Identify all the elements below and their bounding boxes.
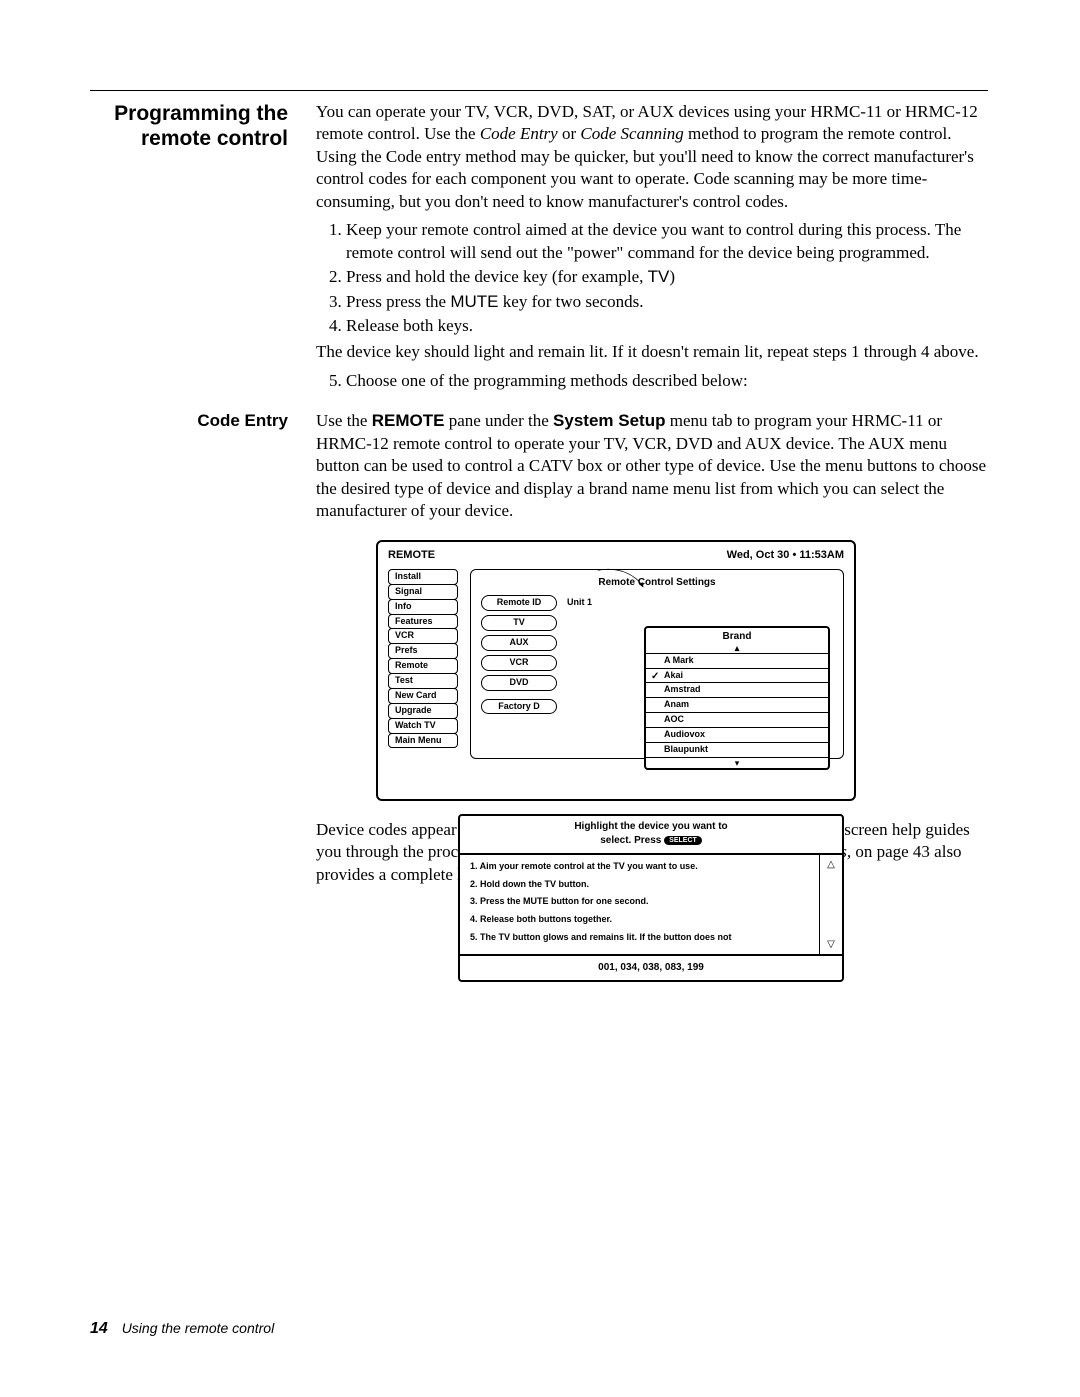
- step2-tv: TV: [648, 267, 670, 286]
- code-entry-paragraph: Use the REMOTE pane under the System Set…: [316, 410, 988, 522]
- brand-item: Blaupunkt: [646, 743, 828, 757]
- sidebar-tab: Test: [388, 673, 458, 689]
- ce-a: Use the: [316, 411, 372, 430]
- help-step: 1. Aim your remote control at the TV you…: [470, 861, 811, 872]
- top-rule: [90, 90, 988, 91]
- remote-id-row: Remote ID Unit 1: [481, 595, 833, 611]
- steps-list: Keep your remote control aimed at the de…: [316, 219, 988, 337]
- step-4: Release both keys.: [346, 315, 988, 337]
- step2-c: ): [669, 267, 675, 286]
- pill-tv: TV: [481, 615, 557, 631]
- heading-programming: Programming the remote control: [90, 101, 288, 151]
- help-top-line1: Highlight the device you want to: [574, 821, 727, 832]
- body-programming: You can operate your TV, VCR, DVD, SAT, …: [316, 101, 988, 396]
- sidebar-tab: Install: [388, 569, 458, 585]
- side-heading-code-entry: Code Entry: [90, 410, 288, 892]
- brand-item: Audiovox: [646, 728, 828, 743]
- manual-page: Programming the remote control You can o…: [0, 0, 1080, 1397]
- brand-list: A Mark✓AkaiAmstradAnamAOCAudiovoxBlaupun…: [646, 653, 828, 757]
- side-heading-programming: Programming the remote control: [90, 101, 288, 396]
- page-footer: 14 Using the remote control: [90, 1318, 274, 1339]
- section-code-entry: Code Entry Use the REMOTE pane under the…: [90, 410, 988, 892]
- step-5: Choose one of the programming methods de…: [346, 370, 988, 392]
- step-2: Press and hold the device key (for examp…: [346, 266, 988, 288]
- help-step: 2. Hold down the TV button.: [470, 879, 811, 890]
- sidebar-tab: VCR: [388, 628, 458, 644]
- pill-dvd: DVD: [481, 675, 557, 691]
- pill-factory: Factory D: [481, 699, 557, 715]
- brand-item: AOC: [646, 713, 828, 728]
- page-number: 14: [90, 1320, 108, 1337]
- brand-item: A Mark: [646, 654, 828, 669]
- sidebar-tab: Upgrade: [388, 703, 458, 719]
- intro-em-code-entry: Code Entry: [480, 124, 558, 143]
- brand-header: Brand ▴: [646, 628, 828, 652]
- step2-a: Press and hold the device key (for examp…: [346, 267, 648, 286]
- section-programming: Programming the remote control You can o…: [90, 101, 988, 396]
- ce-system-setup: System Setup: [553, 411, 665, 430]
- step3-c: key for two seconds.: [499, 292, 644, 311]
- triangle-down-icon: ▾: [646, 757, 828, 768]
- intro-text-c: or: [558, 124, 581, 143]
- steps-list-2: Choose one of the programming methods de…: [316, 370, 988, 392]
- ce-c: pane under the: [444, 411, 553, 430]
- help-popup: Highlight the device you want to select.…: [458, 814, 844, 982]
- brand-item: Anam: [646, 698, 828, 713]
- pill-aux: AUX: [481, 635, 557, 651]
- remote-id-pill: Remote ID: [481, 595, 557, 611]
- help-body: 1. Aim your remote control at the TV you…: [460, 855, 842, 954]
- ui-diagram: REMOTE Wed, Oct 30 • 11:53AM InstallSign…: [376, 540, 856, 801]
- diagram-sidebar: InstallSignalInfoFeaturesVCRPrefsRemoteT…: [388, 569, 458, 759]
- body-code-entry: Use the REMOTE pane under the System Set…: [316, 410, 988, 892]
- intro-paragraph: You can operate your TV, VCR, DVD, SAT, …: [316, 101, 988, 213]
- intro-em-code-scanning: Code Scanning: [580, 124, 683, 143]
- diagram-title: REMOTE: [388, 548, 435, 563]
- sidebar-tab: Main Menu: [388, 733, 458, 749]
- step3-a: Press press the: [346, 292, 450, 311]
- sidebar-tab: Prefs: [388, 643, 458, 659]
- help-step: 3. Press the MUTE button for one second.: [470, 896, 811, 907]
- scroll-up-icon: △: [827, 858, 835, 871]
- chapter-title: Using the remote control: [122, 1320, 275, 1336]
- step3-mute: MUTE: [450, 292, 498, 311]
- help-top-line2: select. Press: [600, 835, 661, 846]
- sidebar-tab: Remote: [388, 658, 458, 674]
- diagram-header: REMOTE Wed, Oct 30 • 11:53AM: [388, 548, 844, 563]
- sidebar-tab: Signal: [388, 584, 458, 600]
- step-1: Keep your remote control aimed at the de…: [346, 219, 988, 264]
- brand-item: Amstrad: [646, 683, 828, 698]
- device-codes: 001, 034, 038, 083, 199: [460, 954, 842, 976]
- help-step: 5. The TV button glows and remains lit. …: [470, 932, 811, 943]
- after-steps-note: The device key should light and remain l…: [316, 341, 988, 363]
- step-3: Press press the MUTE key for two seconds…: [346, 291, 988, 313]
- help-top: Highlight the device you want to select.…: [460, 816, 842, 854]
- ce-remote-pane: REMOTE: [372, 411, 445, 430]
- select-button-icon: SELECT: [664, 836, 702, 845]
- check-icon: ✓: [651, 670, 659, 683]
- help-step: 4. Release both buttons together.: [470, 914, 811, 925]
- help-steps: 1. Aim your remote control at the TV you…: [460, 855, 820, 954]
- triangle-up-icon: ▴: [646, 644, 828, 652]
- pane-title: Remote Control Settings: [481, 576, 833, 589]
- brand-popup: Brand ▴ A Mark✓AkaiAmstradAnamAOCAudiovo…: [644, 626, 830, 769]
- sidebar-tab: Watch TV: [388, 718, 458, 734]
- pill-vcr: VCR: [481, 655, 557, 671]
- scroll-down-icon: ▽: [827, 938, 835, 951]
- diagram-clock: Wed, Oct 30 • 11:53AM: [727, 548, 844, 563]
- sidebar-tab: Features: [388, 614, 458, 630]
- sidebar-tab: New Card: [388, 688, 458, 704]
- heading-code-entry: Code Entry: [90, 410, 288, 432]
- brand-header-label: Brand: [723, 631, 752, 642]
- brand-item: ✓Akai: [646, 669, 828, 684]
- help-scrollbar: △ ▽: [820, 855, 842, 954]
- sidebar-tab: Info: [388, 599, 458, 615]
- remote-id-value: Unit 1: [567, 595, 592, 611]
